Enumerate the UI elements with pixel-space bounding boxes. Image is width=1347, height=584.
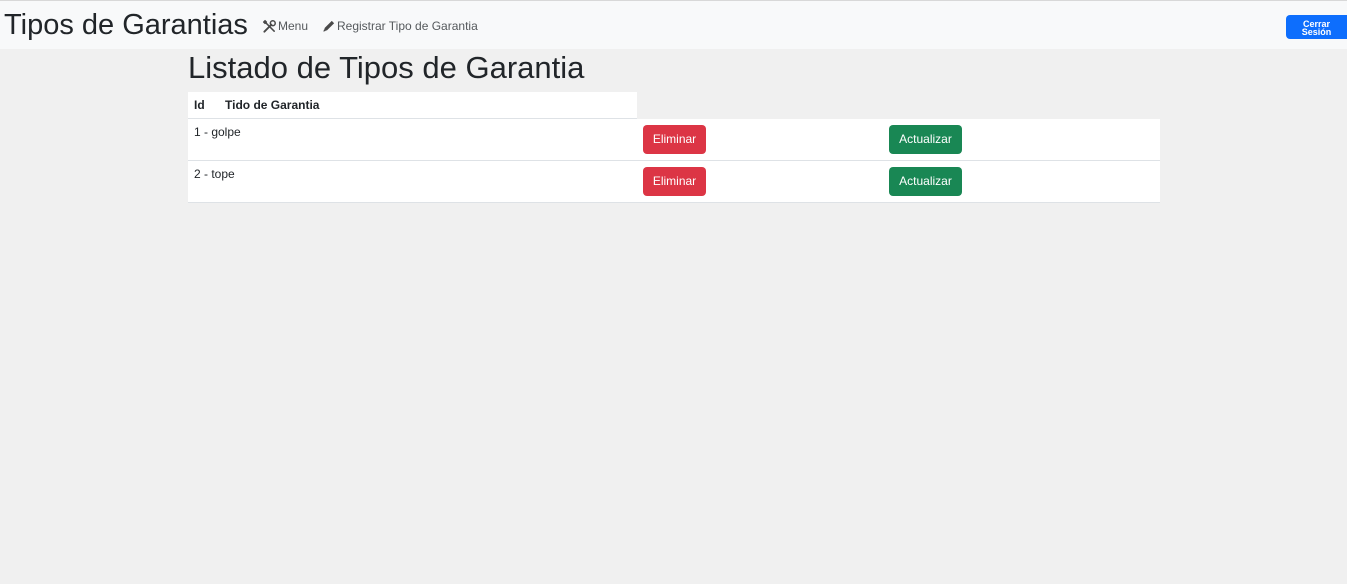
- column-header-tipo: Tido de Garantia: [225, 98, 320, 112]
- delete-button[interactable]: Eliminar: [643, 167, 706, 196]
- delete-button[interactable]: Eliminar: [643, 125, 706, 154]
- table-row: 1 - golpe Eliminar Actualizar: [188, 119, 1160, 161]
- update-button[interactable]: Actualizar: [889, 167, 962, 196]
- nav-link-registrar-label: Registrar Tipo de Garantia: [337, 19, 478, 33]
- logout-button[interactable]: Cerrar Sesión: [1286, 15, 1347, 39]
- table-header: Id Tido de Garantia: [188, 92, 637, 119]
- pencil-icon: [321, 19, 336, 34]
- page-title: Listado de Tipos de Garantia: [188, 50, 585, 85]
- table-row: 2 - tope Eliminar Actualizar: [188, 161, 1160, 203]
- update-button[interactable]: Actualizar: [889, 125, 962, 154]
- nav-link-menu[interactable]: Menu: [262, 17, 308, 35]
- row-label: 2 - tope: [194, 167, 235, 181]
- navbar-brand[interactable]: Tipos de Garantias: [4, 7, 248, 43]
- nav-link-registrar[interactable]: Registrar Tipo de Garantia: [321, 17, 478, 35]
- logout-label-line2: Sesión: [1301, 27, 1332, 37]
- tools-icon: [262, 19, 277, 34]
- column-header-id: Id: [194, 98, 205, 112]
- row-label: 1 - golpe: [194, 125, 241, 139]
- navbar: Tipos de Garantias Menu Registrar Tipo d…: [0, 1, 1347, 49]
- nav-link-menu-label: Menu: [278, 19, 309, 33]
